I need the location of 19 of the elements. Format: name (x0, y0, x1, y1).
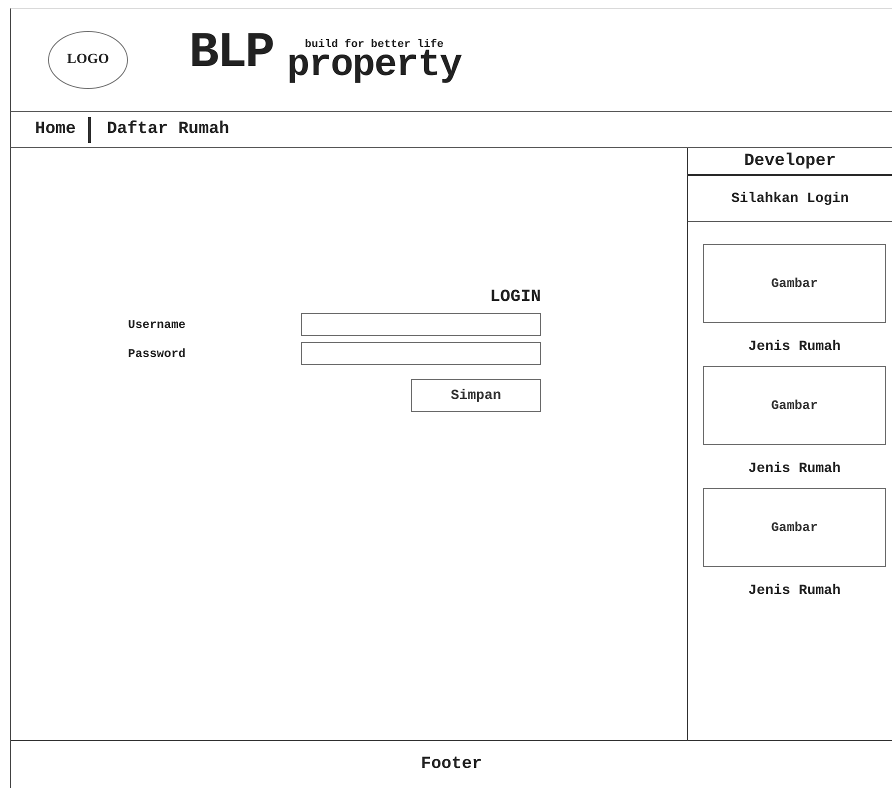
image-label: Gambar (771, 520, 818, 535)
field-label: Username (128, 318, 187, 332)
logo: LOGO (48, 31, 128, 89)
input-field[interactable] (301, 342, 541, 365)
image-label: Gambar (771, 276, 818, 291)
sidebar-title: Developer (688, 148, 892, 176)
nav-link[interactable]: Home (35, 120, 84, 139)
card-caption: Jenis Rumah (747, 338, 842, 356)
card-caption: Jenis Rumah (747, 460, 842, 478)
nav-link[interactable]: Daftar Rumah (106, 120, 238, 139)
card-caption: Jenis Rumah (747, 582, 842, 600)
image-label: Gambar (771, 398, 818, 413)
brand-name: BLP (189, 29, 274, 79)
login-title: LOGIN (490, 288, 541, 307)
input-field[interactable] (301, 313, 541, 336)
footer: Footer (11, 740, 892, 788)
field-label: Password (128, 346, 187, 360)
save-button[interactable]: Simpan (411, 379, 541, 412)
login-prompt: Silahkan Login (688, 176, 892, 222)
